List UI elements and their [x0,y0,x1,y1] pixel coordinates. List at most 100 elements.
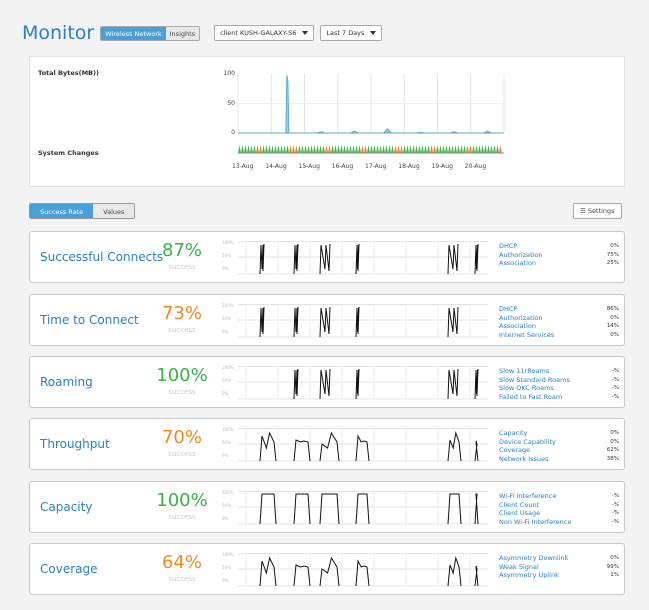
tab-wireless-network[interactable]: Wireless Network [101,26,166,40]
breakdown-row[interactable]: Slow Standard Roams -% [499,376,619,385]
tab-success-rate[interactable]: Success Rate [30,204,94,218]
breakdown-row[interactable]: Network Issues 38% [499,455,619,464]
change-marker [244,145,247,153]
trend-line [447,306,459,338]
breakdown-row[interactable]: Weak Signal 99% [499,563,619,572]
x-tick-label: 13-Aug [232,163,254,170]
change-marker [325,145,328,153]
breakdown-row[interactable]: Slow OKC Roams -% [499,384,619,393]
mini-y-tick: 100% [222,240,234,245]
total-bytes-chart [237,74,505,154]
metric-name[interactable]: Roaming [40,357,93,407]
change-marker [259,145,262,153]
mini-y-tick: 50% [222,316,231,321]
change-marker [427,145,430,153]
breakdown-row[interactable]: Asymmetry Downlink 0% [499,554,619,563]
mini-y-tick: 0% [222,391,229,396]
range-select[interactable]: Last 7 Days [320,25,383,41]
metric-name[interactable]: Capacity [40,482,92,532]
breakdown-row[interactable]: Client Count -% [499,501,619,510]
change-marker [496,145,499,153]
trend-line [259,306,265,338]
metric-card[interactable]: Throughput 70% success 100% 50% 0% Capacity 0% D… [29,418,625,470]
change-marker [331,145,334,153]
change-marker [373,145,376,153]
tab-insights[interactable]: Insights [165,26,200,40]
metric-name[interactable]: Throughput [40,419,110,469]
mini-y-tick: 0% [222,266,229,271]
breakdown-row[interactable]: Slow 11rRoams -% [499,367,619,376]
change-marker [322,145,325,153]
metric-percent: 100% [156,490,208,511]
trend-line [447,243,459,275]
metric-card[interactable]: Roaming 100% success 100% 50% 0% Slow 11rRoams… [29,356,625,408]
change-marker [397,145,400,153]
metric-percent: 73% [161,303,202,324]
metric-sub: success [168,513,196,521]
change-marker [379,145,382,153]
chevron-down-icon [370,31,377,35]
client-select[interactable]: client KUSH-GALAXY-S6 [214,25,315,41]
mini-y-tick: 100% [222,427,234,432]
trend-line [474,243,479,275]
metric-card[interactable]: Coverage 64% success 100% 50% 0% Asymmetry Dow… [29,543,625,595]
tab-values[interactable]: Values [93,204,135,218]
change-marker [283,145,286,153]
change-marker [343,145,346,153]
breakdown-row[interactable]: Non Wi-Fi Interference -% [499,518,619,527]
trend-line [447,431,462,462]
metric-name[interactable]: Time to Connect [40,295,139,345]
x-tick-label: 17-Aug [365,163,387,170]
breakdown-row[interactable]: Internet Services 0% [499,331,619,340]
change-marker [256,145,259,153]
breakdown-row[interactable]: Authorization 0% [499,314,619,323]
change-marker [268,145,271,153]
settings-button[interactable]: ☰ Settings [573,203,622,219]
change-marker [415,145,418,153]
x-tick-label: 20-Aug [464,163,487,170]
metric-name[interactable]: Successful Connects [40,232,163,282]
breakdown-row[interactable]: Authorization 75% [499,251,619,260]
change-marker [376,145,379,153]
metric-name[interactable]: Coverage [40,544,98,594]
mini-y-tick: 0% [222,578,229,583]
change-marker [304,145,307,153]
metric-card[interactable]: Successful Connects 87% success 100% 50% 0% DH… [29,231,625,283]
change-marker [487,145,490,153]
metric-card[interactable]: Time to Connect 73% success 100% 50% 0% DHCP 86… [29,294,625,346]
breakdown-row[interactable]: Device Capability 0% [499,438,619,447]
mini-y-tick: 100% [222,552,234,557]
breakdown-row[interactable]: Capacity 0% [499,429,619,438]
page-title: Monitor [22,22,95,44]
breakdown-row[interactable]: Association 14% [499,322,619,331]
change-marker [367,145,370,153]
breakdown-row[interactable]: DHCP 0% [499,242,619,251]
breakdown-row[interactable]: Coverage 62% [499,446,619,455]
breakdown-row[interactable]: Wi-Fi Interference -% [499,492,619,501]
change-marker [433,145,436,153]
breakdown-row[interactable]: Association 25% [499,259,619,268]
change-marker [394,145,397,153]
breakdown-row[interactable]: Asymmetry Uplink 1% [499,571,619,580]
trend-line [319,243,331,275]
breakdown-row[interactable]: Failed to Fast Roam -% [499,393,619,402]
metric-percent: 70% [161,427,202,448]
change-marker [292,145,295,153]
trend-line [293,564,311,587]
mini-trend-chart [238,304,488,338]
change-marker [406,145,409,153]
trend-line [355,243,360,275]
x-tick-label: 16-Aug [331,163,354,170]
breakdown-row[interactable]: Client Usage -% [499,509,619,518]
change-marker [250,145,253,153]
trend-line [355,434,370,462]
change-marker [355,145,358,153]
metric-card[interactable]: Capacity 100% success 100% 50% 0% Wi-Fi Interf… [29,481,625,533]
mini-y-tick: 0% [222,516,229,521]
change-marker [436,145,439,153]
chevron-down-icon [302,31,309,35]
change-marker [460,145,463,153]
change-marker [493,145,496,153]
change-marker [439,145,442,153]
breakdown-row[interactable]: DHCP 86% [499,305,619,314]
